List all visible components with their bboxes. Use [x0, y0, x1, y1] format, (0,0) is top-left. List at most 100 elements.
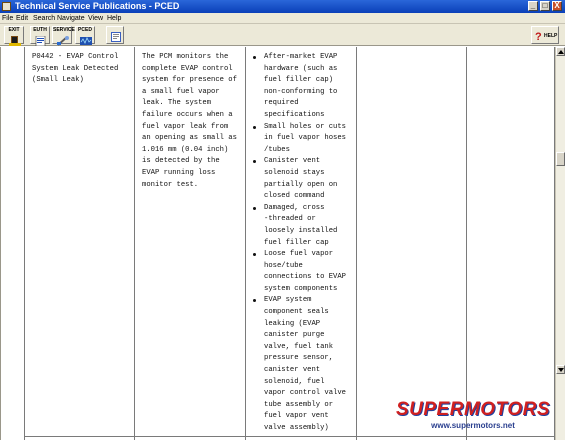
document-view[interactable]: P0442 - EVAP Control System Leak Detecte…: [0, 47, 555, 440]
description-line: a small fuel vapor: [142, 87, 220, 96]
bullet-icon: [253, 160, 256, 164]
cause-line: closed command: [264, 192, 325, 201]
bullet-icon: [253, 125, 256, 129]
service-button[interactable]: SERVICE: [52, 26, 75, 46]
cause-line: /tubes: [264, 145, 290, 154]
table-border: [134, 47, 135, 440]
window-title: Technical Service Publications - PCED: [15, 1, 180, 11]
menu-bar: File Edit Search Navigate View Help: [0, 13, 565, 24]
exit-button[interactable]: EXIT: [4, 26, 24, 46]
table-border: [245, 47, 246, 440]
cause-line: hardware (such as: [264, 64, 338, 73]
pced-button[interactable]: PCED: [75, 26, 95, 45]
bullet-icon: [253, 299, 256, 303]
cause-line: pressure sensor,: [264, 354, 334, 363]
document-icon: [34, 33, 46, 47]
watermark-url: www.supermotors.net: [431, 421, 515, 430]
description-line: EVAP running loss: [142, 168, 216, 177]
app-icon: [2, 2, 11, 11]
table-border: [466, 47, 467, 440]
causes-cell: After-market EVAP hardware (such as fuel…: [251, 52, 355, 435]
cause-item: EVAP system component seals leaking (EVA…: [251, 295, 355, 434]
cause-item: Canister vent solenoid stays partially o…: [251, 156, 355, 202]
euth-button[interactable]: EUTH: [30, 26, 50, 47]
cause-line: hose/tube: [264, 261, 303, 270]
cause-line: in fuel vapor hoses: [264, 134, 346, 143]
table-border: [356, 47, 357, 440]
cause-line: connections to EVAP: [264, 273, 346, 282]
cause-line: fuel filler cap): [264, 76, 334, 85]
cause-line: EVAP system: [264, 296, 312, 305]
cause-line: non-conforming to: [264, 87, 338, 96]
notes-icon: [110, 30, 121, 42]
cause-line: system components: [264, 284, 338, 293]
scope-icon: [79, 33, 92, 45]
cause-line: valve, fuel tank: [264, 342, 334, 351]
svg-text:?: ?: [535, 31, 542, 42]
maximize-button[interactable]: □: [540, 1, 550, 11]
description-line: 1.016 mm (0.04 inch): [142, 145, 229, 154]
menu-view[interactable]: View: [88, 13, 103, 24]
cause-item: Small holes or cuts in fuel vapor hoses …: [251, 122, 355, 157]
cause-line: tube assembly or: [264, 400, 334, 409]
dtc-line: (Small Leak): [32, 76, 84, 85]
title-bar: Technical Service Publications - PCED _ …: [0, 0, 565, 13]
watermark: SUPERMOTORS www.supermotors.net: [388, 399, 558, 435]
cause-line: partially open on: [264, 180, 338, 189]
description-line: fuel vapor leak from: [142, 122, 229, 131]
cause-line: specifications: [264, 110, 325, 119]
vertical-scrollbar[interactable]: [555, 47, 565, 440]
help-button[interactable]: ? HELP: [531, 26, 559, 44]
description-line: failure occurs when a: [142, 110, 233, 119]
dtc-line: System Leak Detected: [32, 64, 119, 73]
bullet-icon: [253, 56, 256, 59]
scroll-up-button[interactable]: [556, 47, 565, 56]
close-button[interactable]: X: [552, 1, 562, 11]
notes-button[interactable]: [106, 26, 124, 44]
watermark-brand: SUPERMOTORS: [395, 399, 550, 420]
cause-line: required: [264, 99, 299, 108]
description-cell: The PCM monitors the complete EVAP contr…: [142, 52, 244, 191]
cause-line: fuel vapor vent: [264, 412, 329, 421]
cause-line: valve assembly): [264, 424, 329, 432]
cause-line: Loose fuel vapor: [264, 250, 334, 259]
cause-line: canister vent: [264, 366, 321, 375]
arrow-down-icon: [558, 368, 564, 372]
question-icon: ?: [534, 29, 544, 43]
description-line: complete EVAP control: [142, 64, 233, 73]
description-line: system for presence of: [142, 76, 237, 85]
menu-search[interactable]: Search: [33, 13, 55, 24]
description-line: is detected by the: [142, 157, 220, 166]
dtc-line: P0442 - EVAP Control: [32, 53, 119, 61]
scroll-thumb[interactable]: [556, 152, 565, 166]
bullet-icon: [253, 253, 256, 257]
door-icon: [8, 33, 21, 46]
cause-line: Small holes or cuts: [264, 122, 346, 131]
cause-line: loosely installed: [264, 226, 338, 235]
menu-edit[interactable]: Edit: [16, 13, 28, 24]
cause-line: -threaded or: [264, 215, 316, 224]
cause-line: Canister vent: [264, 157, 321, 166]
cause-line: leaking (EVAP: [264, 319, 321, 328]
cause-line: solenoid stays: [264, 168, 325, 177]
menu-navigate[interactable]: Navigate: [57, 13, 85, 24]
bullet-icon: [253, 206, 256, 210]
cause-line: fuel filler cap: [264, 238, 329, 247]
help-label: HELP: [544, 33, 558, 39]
arrow-up-icon: [558, 50, 564, 54]
cause-line: canister purge: [264, 331, 325, 340]
table-border: [24, 47, 25, 440]
wrench-icon: [56, 33, 69, 46]
scroll-down-button[interactable]: [556, 365, 565, 374]
cause-line: Damaged, cross: [264, 203, 325, 212]
cause-item: After-market EVAP hardware (such as fuel…: [251, 52, 355, 122]
minimize-button[interactable]: _: [528, 1, 538, 11]
description-line: leak. The system: [142, 99, 212, 108]
cause-item: Damaged, cross -threaded or loosely inst…: [251, 203, 355, 249]
cause-line: After-market EVAP: [264, 53, 338, 61]
description-line: an opening as small as: [142, 134, 237, 143]
cause-line: vapor control valve: [264, 389, 346, 398]
toolbar: EXIT EUTH SERVICE PCED ? HELP: [0, 24, 565, 47]
menu-file[interactable]: File: [2, 13, 13, 24]
menu-help[interactable]: Help: [107, 13, 121, 24]
